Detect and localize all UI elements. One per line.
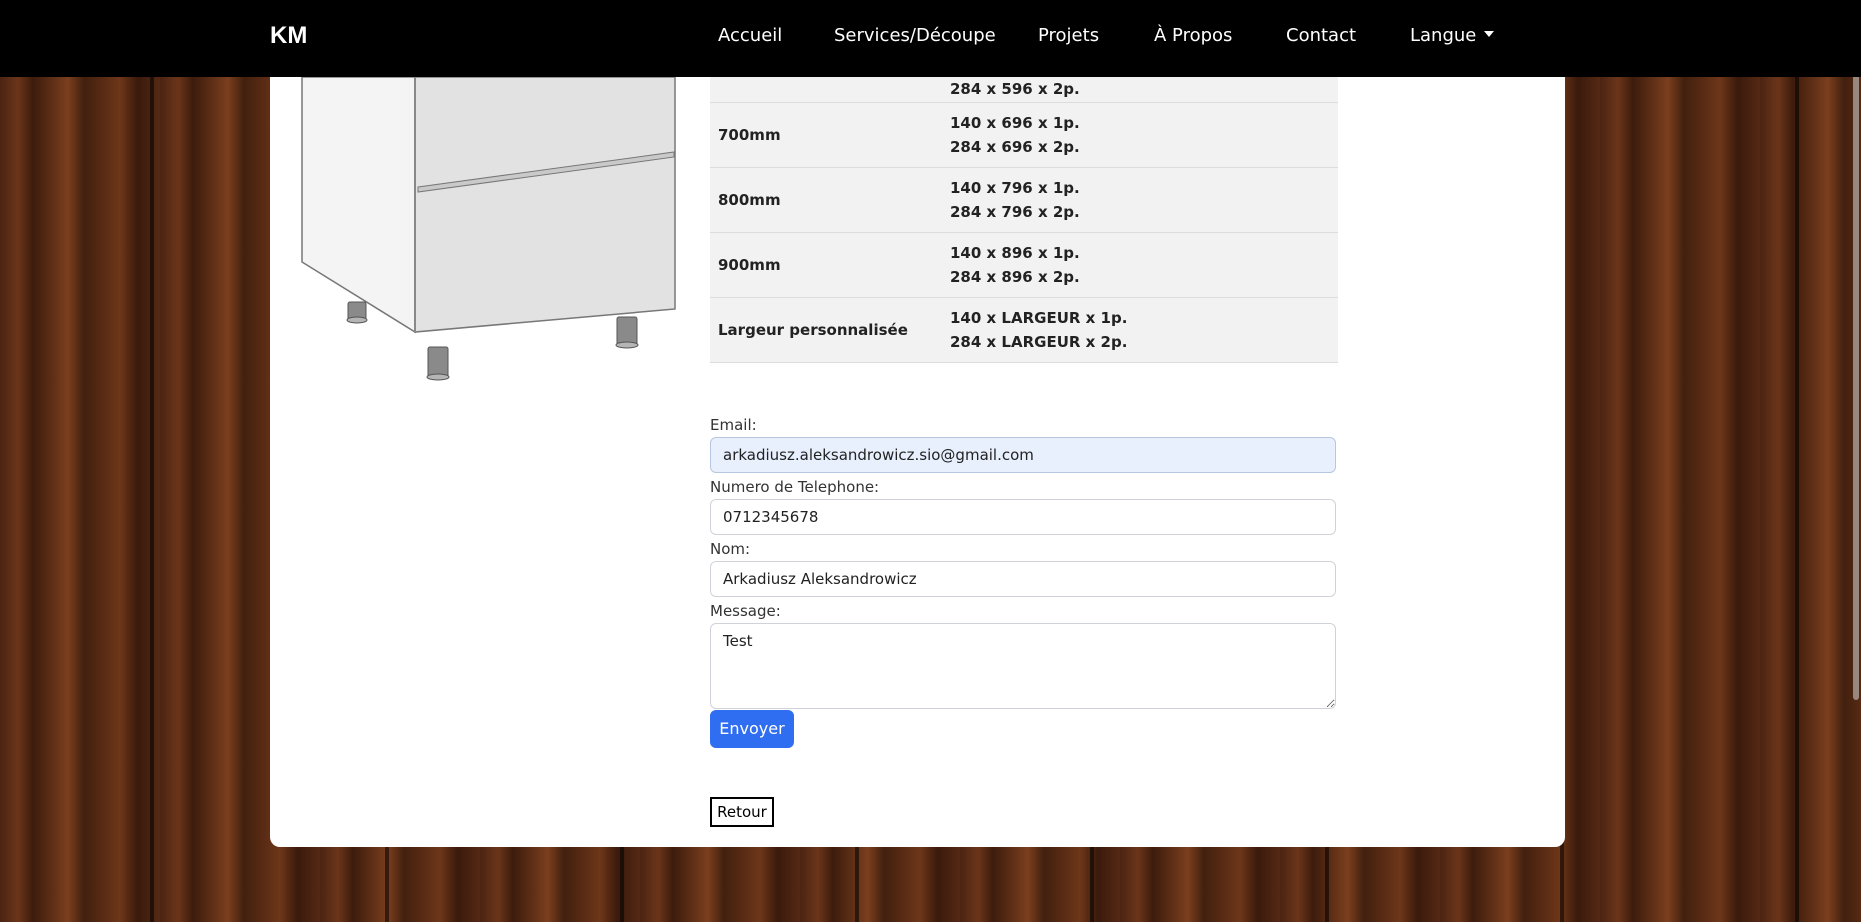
dim-line: 284 x 696 x 2p. xyxy=(950,137,1080,156)
phone-label: Numero de Telephone: xyxy=(710,478,880,496)
nav-item-accueil[interactable]: Accueil xyxy=(718,25,782,46)
page-scrollbar[interactable] xyxy=(1851,0,1861,922)
table-cell-size: Largeur personnalisée xyxy=(710,297,942,363)
nav-item-projets[interactable]: Projets xyxy=(1038,25,1099,46)
table-row: Largeur personnalisée 140 x LARGEUR x 1p… xyxy=(710,297,1338,363)
name-label: Nom: xyxy=(710,540,751,558)
dimensions-table: 284 x 596 x 2p. 700mm 140 x 696 x 1p. 28… xyxy=(710,77,1338,363)
language-label: Langue xyxy=(1410,25,1477,46)
dim-line: 140 x 796 x 1p. xyxy=(950,178,1080,197)
table-cell-size: 900mm xyxy=(710,232,942,298)
dim-line: 284 x 896 x 2p. xyxy=(950,267,1080,286)
nav-item-contact[interactable]: Contact xyxy=(1286,25,1356,46)
top-navbar: KM Accueil Services/Découpe Projets À Pr… xyxy=(0,0,1861,77)
cabinet-image xyxy=(301,77,676,381)
name-field[interactable] xyxy=(710,561,1336,597)
email-label: Email: xyxy=(710,416,757,434)
dim-line: 284 x LARGEUR x 2p. xyxy=(950,332,1128,351)
nav-item-services[interactable]: Services/Découpe xyxy=(834,25,996,46)
table-cell-dims: 284 x 596 x 2p. xyxy=(942,77,1338,103)
email-field[interactable] xyxy=(710,437,1336,473)
back-button[interactable]: Retour xyxy=(710,797,774,827)
table-cell-size: 700mm xyxy=(710,102,942,168)
table-cell-size: 800mm xyxy=(710,167,942,233)
table-row: 700mm 140 x 696 x 1p. 284 x 696 x 2p. xyxy=(710,102,1338,168)
dim-line: 284 x 796 x 2p. xyxy=(950,202,1080,221)
table-cell-dims: 140 x 896 x 1p. 284 x 896 x 2p. xyxy=(942,232,1338,298)
message-label: Message: xyxy=(710,602,781,620)
table-row: 800mm 140 x 796 x 1p. 284 x 796 x 2p. xyxy=(710,167,1338,233)
table-row: 284 x 596 x 2p. xyxy=(710,77,1338,103)
phone-field[interactable] xyxy=(710,499,1336,535)
table-row: 900mm 140 x 896 x 1p. 284 x 896 x 2p. xyxy=(710,232,1338,298)
table-cell-size xyxy=(710,77,942,103)
table-cell-dims: 140 x 696 x 1p. 284 x 696 x 2p. xyxy=(942,102,1338,168)
table-cell-dims: 140 x 796 x 1p. 284 x 796 x 2p. xyxy=(942,167,1338,233)
dim-line: 284 x 596 x 2p. xyxy=(950,80,1080,99)
brand-logo[interactable]: KM xyxy=(270,22,307,50)
table-cell-dims: 140 x LARGEUR x 1p. 284 x LARGEUR x 2p. xyxy=(942,297,1338,363)
nav-item-a-propos[interactable]: À Propos xyxy=(1154,25,1232,46)
dim-line: 140 x LARGEUR x 1p. xyxy=(950,308,1128,327)
language-dropdown[interactable]: Langue xyxy=(1410,25,1495,46)
dim-line: 140 x 696 x 1p. xyxy=(950,113,1080,132)
scrollbar-thumb[interactable] xyxy=(1853,0,1859,700)
message-field[interactable]: Test xyxy=(710,623,1336,709)
dim-line: 140 x 896 x 1p. xyxy=(950,243,1080,262)
send-button[interactable]: Envoyer xyxy=(710,710,794,748)
chevron-down-icon xyxy=(1484,31,1495,37)
